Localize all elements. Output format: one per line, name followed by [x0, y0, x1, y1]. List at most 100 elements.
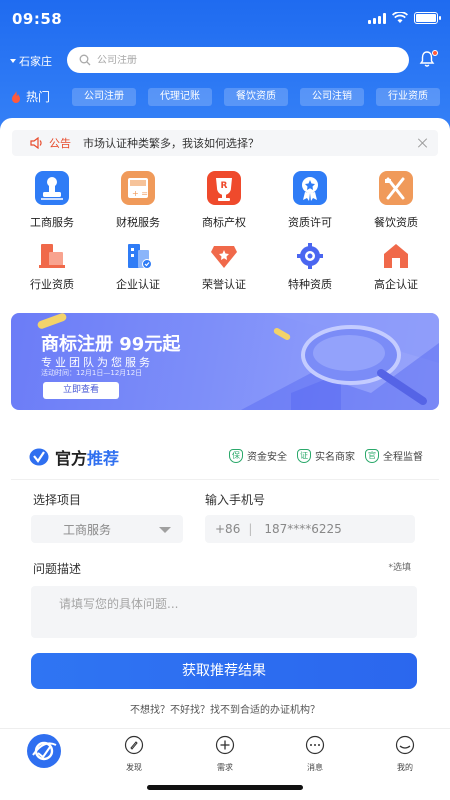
hot-label-text: 热门: [26, 90, 51, 104]
house-icon: [384, 244, 408, 268]
tab-label: 消息: [307, 763, 323, 772]
message-icon: [305, 735, 325, 755]
main-card: 公告 市场认证种类繁多，我该如何选择？ 工商服务 + = 财税服务 R 商标产权…: [0, 118, 450, 758]
help-link[interactable]: 不想找？不好找？找不到合适的办证机构？: [11, 701, 439, 716]
search-row: 石家庄: [0, 46, 450, 74]
hot-label: 热门: [10, 88, 50, 105]
service-item-hightech[interactable]: 高企认证: [353, 240, 439, 292]
description-placeholder: 请填写您的具体问题...: [59, 597, 179, 611]
service-item-trademark[interactable]: R 商标产权: [181, 170, 267, 230]
fork-knife-icon: [379, 171, 413, 205]
check-logo-icon: [29, 448, 49, 466]
trust-badges: 保 资金安全 证 实名商家 官 全程监督: [229, 448, 423, 463]
city-selector[interactable]: 石家庄: [10, 53, 52, 69]
hot-tag[interactable]: 公司注销: [300, 88, 364, 106]
home-indicator: [147, 785, 303, 790]
search-input[interactable]: [97, 54, 377, 66]
notice-message: 市场认证种类繁多，我该如何选择？: [83, 137, 259, 150]
project-label: 选择项目: [33, 493, 82, 507]
hot-tag[interactable]: 行业资质: [376, 88, 440, 106]
gear-icon: [297, 243, 323, 269]
shield-icon: 保: [229, 448, 243, 463]
description-textarea[interactable]: 请填写您的具体问题...: [31, 586, 417, 638]
signal-icon: [368, 12, 386, 24]
certificate-icon: [293, 171, 327, 205]
industry-icon: [39, 244, 65, 268]
trust-badge-text: 资金安全: [247, 452, 287, 463]
phone-value: 187****6225: [264, 522, 342, 536]
optional-label: *选填: [388, 563, 411, 573]
phone-prefix: +86: [215, 522, 241, 536]
hot-tag[interactable]: 餐饮资质: [224, 88, 288, 106]
tab-discover[interactable]: 发现: [99, 735, 169, 773]
hot-tag[interactable]: 代理记账: [148, 88, 212, 106]
service-label: 高企认证: [374, 278, 418, 291]
divider: [11, 479, 439, 480]
svg-text:R: R: [221, 181, 228, 191]
service-label: 财税服务: [116, 216, 160, 229]
tab-home[interactable]: [9, 733, 79, 773]
notice-label: 公告: [49, 137, 71, 150]
banner-date: 活动时间：12月1日—12月12日: [41, 369, 143, 377]
stamp-icon: [35, 171, 69, 205]
recommend-title-b: 推荐: [87, 449, 120, 468]
service-label: 商标产权: [202, 216, 246, 229]
service-label: 资质许可: [288, 216, 332, 229]
service-item-license[interactable]: 资质许可: [267, 170, 353, 230]
discover-icon: [124, 735, 144, 755]
battery-icon: [414, 12, 441, 24]
trust-badge: 证 实名商家: [297, 448, 355, 463]
recommend-title: 官方 推荐: [29, 445, 119, 469]
close-icon[interactable]: [418, 138, 428, 148]
tab-label: 需求: [217, 763, 233, 772]
tab-profile[interactable]: 我的: [370, 735, 440, 773]
notification-bell[interactable]: [418, 50, 438, 70]
phone-label: 输入手机号: [205, 493, 266, 507]
service-label: 荣誉认证: [202, 278, 246, 291]
trust-badge-text: 实名商家: [315, 452, 355, 463]
tab-demand[interactable]: 需求: [190, 735, 260, 773]
building-icon: [128, 244, 152, 269]
service-item-tax[interactable]: + = 财税服务: [95, 170, 181, 230]
phone-field[interactable]: +86 | 187****6225: [205, 515, 415, 543]
plus-circle-icon: [215, 735, 235, 755]
trust-badge-text: 全程监督: [383, 452, 423, 463]
service-item-honor[interactable]: 荣誉认证: [181, 240, 267, 292]
triangle-down-icon: [159, 527, 171, 533]
notification-dot: [432, 50, 438, 56]
service-label: 特种资质: [288, 278, 332, 291]
calculator-icon: + =: [121, 171, 155, 205]
banner-view-button[interactable]: 立即查看: [43, 382, 119, 399]
service-item-enterprise[interactable]: 企业认证: [95, 240, 181, 292]
search-bar[interactable]: [67, 47, 409, 73]
honor-icon: [211, 246, 237, 268]
hot-tags: 公司注册 代理记账 餐饮资质 公司注销 行业资质: [72, 88, 440, 106]
phone-separator: |: [248, 522, 253, 536]
trophy-icon: R: [207, 171, 241, 205]
profile-icon: [395, 735, 415, 755]
flame-icon: [12, 90, 20, 103]
promo-banner[interactable]: 商标注册 99元起 专业团队为您服务 活动时间：12月1日—12月12日 立即查…: [11, 313, 439, 410]
get-results-button[interactable]: 获取推荐结果: [31, 653, 417, 689]
hot-row: 热门 公司注册 代理记账 餐饮资质 公司注销 行业资质: [0, 86, 450, 108]
speaker-icon: [30, 137, 42, 149]
search-icon: [79, 54, 91, 66]
notice-bar[interactable]: 公告 市场认证种类繁多，我该如何选择？: [12, 130, 438, 156]
home-logo-icon: [27, 734, 61, 768]
service-item-business[interactable]: 工商服务: [9, 170, 95, 230]
project-select[interactable]: 工商服务: [31, 515, 183, 543]
hot-tag[interactable]: 公司注册: [72, 88, 136, 106]
status-time: 09:58: [12, 10, 63, 28]
tab-label: 发现: [126, 763, 142, 772]
service-item-industry[interactable]: 行业资质: [9, 240, 95, 292]
trust-badge: 官 全程监督: [365, 448, 423, 463]
status-icons: [368, 12, 441, 24]
recommend-title-a: 官方: [55, 449, 88, 468]
wifi-icon: [392, 12, 408, 23]
shield-icon: 官: [365, 448, 379, 463]
service-item-special[interactable]: 特种资质: [267, 240, 353, 292]
service-item-catering[interactable]: 餐饮资质: [353, 170, 439, 230]
tab-messages[interactable]: 消息: [280, 735, 350, 773]
tab-label: 我的: [397, 763, 413, 772]
recommend-panel: 官方 推荐 保 资金安全 证 实名商家 官 全程监督 选择项目 输入手机号 工商…: [11, 431, 439, 731]
